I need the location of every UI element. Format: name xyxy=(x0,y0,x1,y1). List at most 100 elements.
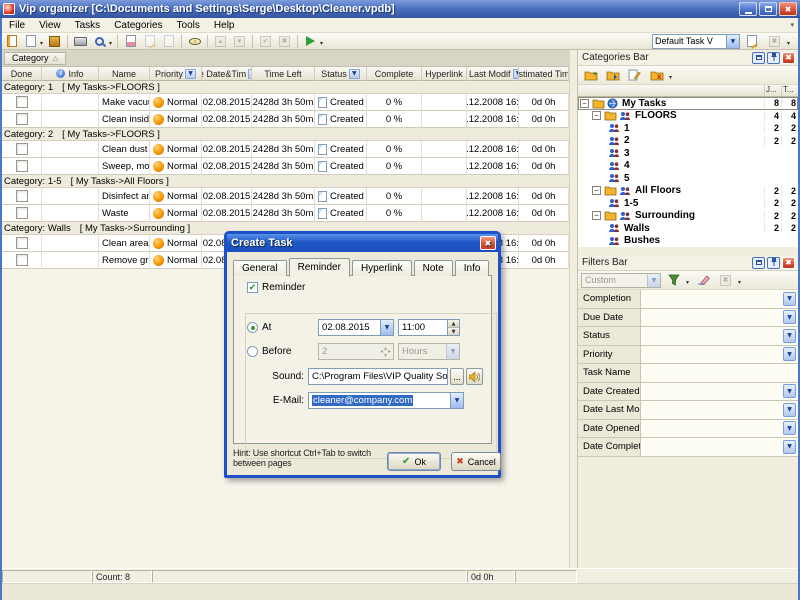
menu-overflow-icon[interactable]: ▾ xyxy=(790,21,794,29)
view-dropdown-icon[interactable]: ▾ xyxy=(787,40,790,47)
column-header-hyperlink[interactable]: Hyperlink xyxy=(422,67,467,81)
apply-filter-dropdown-icon[interactable]: ▾ xyxy=(686,279,689,286)
before-radio[interactable] xyxy=(247,346,258,357)
save-icon[interactable] xyxy=(46,34,63,49)
tree-item-floors[interactable]: − FLOORS 4 4 xyxy=(578,110,798,123)
tree-item-4[interactable]: 4 xyxy=(578,160,798,173)
filter-row-date-completed[interactable]: Date Completed ▼ xyxy=(578,438,798,457)
minimize-button[interactable] xyxy=(739,2,757,16)
column-header-date-last-modified[interactable]: e Last Modif▼ xyxy=(467,67,519,81)
move-up-icon[interactable]: ▴ xyxy=(212,34,229,49)
step-left-icon[interactable]: ◂ xyxy=(380,348,383,355)
new-dropdown-icon[interactable]: ▾ xyxy=(40,40,43,47)
restore-button[interactable] xyxy=(759,2,777,16)
categories-toolbar-dropdown-icon[interactable]: ▾ xyxy=(669,74,672,81)
spin-up-icon[interactable]: ▲ xyxy=(448,320,459,328)
chevron-down-icon[interactable]: ▼ xyxy=(783,403,796,417)
tree-item-my-tasks[interactable]: − My Tasks 8 8 xyxy=(578,97,798,110)
column-header-time-left[interactable]: Time Left xyxy=(252,67,315,81)
filter-row-date-opened[interactable]: Date Opened ▼ xyxy=(578,420,798,439)
column-header-estimated-time[interactable]: Estimated Time xyxy=(519,67,569,81)
tree-item-bushes[interactable]: Bushes xyxy=(578,235,798,248)
tab-general[interactable]: General xyxy=(233,260,287,276)
filter-row-date-last-modified[interactable]: Date Last Modifi ▼ xyxy=(578,401,798,420)
print-dropdown-icon[interactable]: ▾ xyxy=(109,40,112,47)
sidebar-splitter[interactable] xyxy=(569,50,577,568)
menu-tools[interactable]: Tools xyxy=(170,18,207,33)
column-header-done[interactable]: Done xyxy=(2,67,42,81)
column-header-info[interactable]: iInfo xyxy=(42,67,99,81)
category-group-row[interactable]: Category: 2[ My Tasks->FLOORS ] xyxy=(2,128,569,141)
browse-sound-button[interactable]: ... xyxy=(450,368,464,385)
unit-dropdown-icon[interactable]: ▼ xyxy=(446,344,459,359)
group-by-category-button[interactable]: Category △ xyxy=(4,52,66,65)
done-checkbox[interactable] xyxy=(16,237,28,249)
tree-item-2[interactable]: 2 2 2 xyxy=(578,135,798,148)
title-bar[interactable]: Vip organizer [C:\Documents and Settings… xyxy=(0,0,800,18)
menu-file[interactable]: File xyxy=(2,18,32,33)
play-sound-button[interactable] xyxy=(466,368,483,385)
float-panel-icon[interactable] xyxy=(752,52,765,64)
task-row[interactable]: Clean dust and Normal 02.08.2015 2428d 3… xyxy=(2,141,569,158)
cancel-task-icon[interactable]: ✖ xyxy=(276,34,293,49)
print-preview-icon[interactable] xyxy=(91,34,108,49)
filter-dropdown-icon[interactable]: ▼ xyxy=(185,69,196,79)
go-icon[interactable] xyxy=(302,34,319,49)
at-radio[interactable] xyxy=(247,322,258,333)
tree-item-5[interactable]: 5 xyxy=(578,172,798,185)
move-down-icon[interactable]: ▾ xyxy=(231,34,248,49)
done-checkbox[interactable] xyxy=(16,160,28,172)
collapse-icon[interactable]: − xyxy=(592,186,601,195)
menu-tasks[interactable]: Tasks xyxy=(68,18,108,33)
task-view-combobox[interactable]: Default Task V ▼ xyxy=(652,34,740,49)
new-from-template-icon[interactable] xyxy=(22,34,39,49)
column-header-name[interactable]: Name xyxy=(99,67,150,81)
count-column-1[interactable]: J... xyxy=(764,85,781,96)
step-right-icon[interactable]: ▸ xyxy=(388,348,391,355)
float-panel-icon[interactable] xyxy=(752,257,765,269)
print-icon[interactable] xyxy=(72,34,89,49)
filters-toolbar-dropdown-icon[interactable]: ▾ xyxy=(738,279,741,286)
tab-reminder[interactable]: Reminder xyxy=(289,258,350,277)
chevron-down-icon[interactable]: ▼ xyxy=(783,310,796,324)
chevron-down-icon[interactable]: ▼ xyxy=(783,440,796,454)
email-dropdown-icon[interactable]: ▼ xyxy=(450,393,463,408)
dialog-close-icon[interactable]: ✖ xyxy=(480,236,496,250)
edit-view-icon[interactable] xyxy=(744,34,761,49)
sound-field[interactable]: C:\Program Files\VIP Quality Software\VI… xyxy=(308,368,448,385)
apply-filter-icon[interactable] xyxy=(665,273,682,288)
filter-dropdown-icon[interactable]: ▼ xyxy=(349,69,360,79)
chevron-down-icon[interactable]: ▼ xyxy=(783,384,796,398)
task-row[interactable]: Clean inside Normal 02.08.2015 2428d 3h … xyxy=(2,111,569,128)
tree-item-all-floors[interactable]: − All Floors 2 2 xyxy=(578,185,798,198)
menu-help[interactable]: Help xyxy=(207,18,242,33)
pin-panel-icon[interactable] xyxy=(767,52,780,64)
done-checkbox[interactable] xyxy=(16,143,28,155)
tab-info[interactable]: Info xyxy=(455,260,490,276)
complete-task-icon[interactable]: ✔ xyxy=(257,34,274,49)
column-header-priority[interactable]: Priority▼ xyxy=(150,67,202,81)
delete-filter-icon[interactable]: ✖ xyxy=(717,273,734,288)
tree-item-1[interactable]: 1 2 2 xyxy=(578,122,798,135)
tree-item-3[interactable]: 3 xyxy=(578,147,798,160)
delete-view-icon[interactable]: ✖ xyxy=(766,34,783,49)
task-row[interactable]: Sweep, mop Normal 02.08.2015 2428d 3h 50… xyxy=(2,158,569,175)
add-category-icon[interactable]: + xyxy=(582,68,599,83)
tree-item-walls[interactable]: Walls 2 2 xyxy=(578,222,798,235)
close-button[interactable]: ✖ xyxy=(779,2,797,16)
edit-category-icon[interactable] xyxy=(626,68,643,83)
view-task-icon[interactable] xyxy=(186,34,203,49)
filter-preset-combobox[interactable]: Custom ▼ xyxy=(581,273,661,288)
tab-hyperlink[interactable]: Hyperlink xyxy=(352,260,412,276)
add-task-icon[interactable] xyxy=(122,34,139,49)
done-checkbox[interactable] xyxy=(16,113,28,125)
ok-button[interactable]: ✔ Ok xyxy=(387,452,441,471)
close-panel-icon[interactable]: ✖ xyxy=(782,257,795,269)
edit-task-icon[interactable] xyxy=(141,34,158,49)
before-value-spinner[interactable]: 2 ◂▴▾▸ xyxy=(318,343,394,360)
before-unit-combobox[interactable]: Hours ▼ xyxy=(398,343,460,360)
dialog-title-bar[interactable]: Create Task ✖ xyxy=(227,234,498,252)
tree-item-1-5[interactable]: 1-5 2 2 xyxy=(578,197,798,210)
new-icon[interactable] xyxy=(3,34,20,49)
menu-view[interactable]: View xyxy=(32,18,68,33)
